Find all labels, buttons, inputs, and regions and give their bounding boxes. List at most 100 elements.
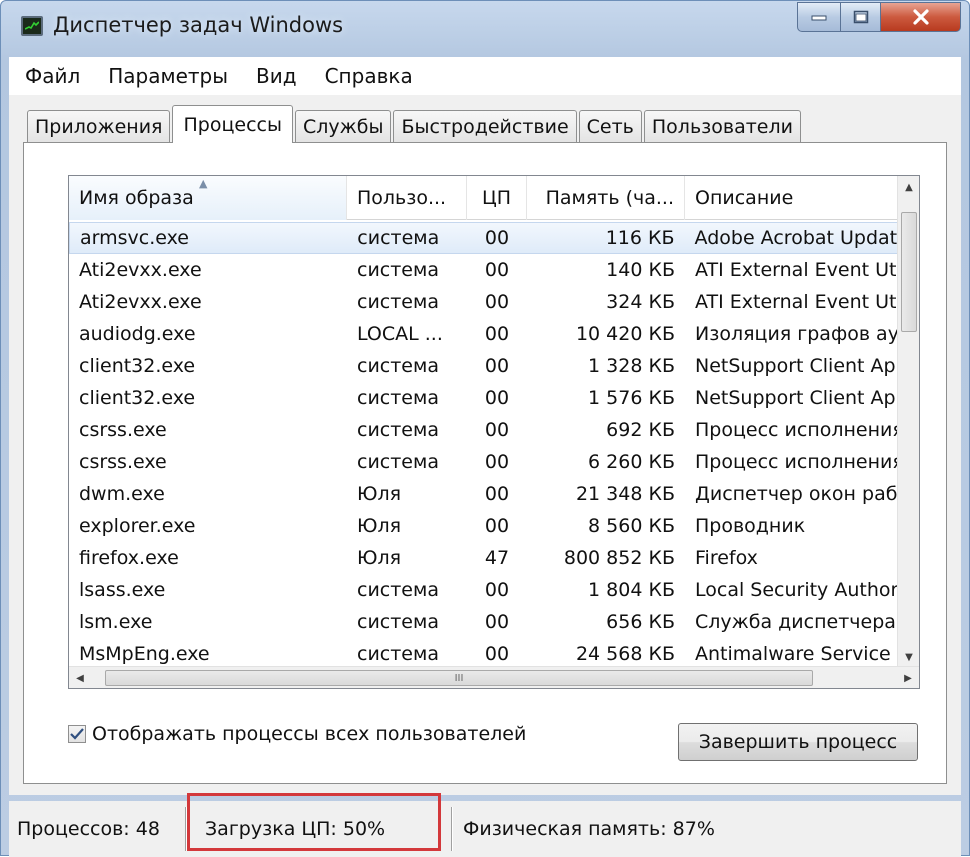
tab-processes[interactable]: Процессы [172,105,293,143]
cell-cpu: 00 [484,291,510,313]
vertical-scrollbar[interactable]: ▲ ▼ [897,176,919,668]
cell-memory: 10 420 КБ [575,323,675,345]
column-user[interactable]: Пользо... [347,176,467,220]
column-cpu[interactable]: ЦП [467,176,527,220]
close-icon [912,9,929,25]
maximize-button[interactable] [841,2,881,32]
cell-image-name: lsass.exe [79,579,166,601]
cell-description: Процесс исполнения [695,451,899,473]
cell-user: Юля [357,515,402,537]
tab-users[interactable]: Пользователи [643,110,801,143]
show-all-users-option[interactable]: Отображать процессы всех пользователей [68,723,526,745]
cell-description: ATI External Event Ut [695,291,897,313]
cell-description: Диспетчер окон раб [695,483,898,505]
table-row[interactable]: armsvc.exe система 00 116 КБ Adobe Acrobat U… [69,222,899,254]
table-row[interactable]: lsm.exe система 00 656 КБ Служба диспетчера [69,606,899,638]
maximize-icon [853,10,868,24]
cell-image-name: Ati2evxx.exe [79,259,202,281]
cell-cpu: 00 [484,259,510,281]
cell-image-name: Ati2evxx.exe [79,291,202,313]
cell-memory: 656 КБ [606,611,675,633]
table-row[interactable]: Ati2evxx.exe система 00 324 КБ ATI External … [69,286,899,318]
table-row[interactable]: audiodg.exe LOCAL ... 00 10 420 КБ Изоляция … [69,318,899,350]
grip-icon: III [454,672,464,684]
scroll-down-icon[interactable]: ▼ [898,646,919,668]
cell-cpu: 00 [484,355,510,377]
table-row[interactable]: csrss.exe система 00 6 260 КБ Процесс исполн… [69,446,899,478]
minimize-icon [811,15,827,21]
table-row[interactable]: lsass.exe система 00 1 804 КБ Local Security… [69,574,899,606]
table-row[interactable]: client32.exe система 00 1 576 КБ NetSupport … [69,382,899,414]
cell-cpu: 00 [484,515,510,537]
cell-user: система [357,611,439,633]
cell-memory: 140 КБ [606,259,675,281]
scroll-up-icon[interactable]: ▲ [898,176,919,198]
menu-file[interactable]: Файл [9,64,92,88]
task-manager-icon [21,16,43,36]
cell-image-name: dwm.exe [79,483,165,505]
cell-memory: 1 804 КБ [588,579,675,601]
scroll-right-icon[interactable]: ▶ [897,667,919,688]
minimize-button[interactable] [797,2,841,32]
tab-applications[interactable]: Приложения [27,110,171,143]
cell-description: Служба диспетчера [695,611,896,633]
table-row[interactable]: Ati2evxx.exe система 00 140 КБ ATI External … [69,254,899,286]
menu-options[interactable]: Параметры [92,64,240,88]
list-header: ▲ Имя образа Пользо... ЦП Память (ча... … [69,176,899,220]
table-row[interactable]: dwm.exe Юля 00 21 348 КБ Диспетчер окон раб [69,478,899,510]
cell-cpu: 00 [484,419,510,441]
cell-description: Процесс исполнения [695,419,899,441]
cell-description: ATI External Event Ut [695,259,897,281]
table-row[interactable]: firefox.exe Юля 47 800 852 КБ Firefox [69,542,899,574]
cell-cpu: 00 [484,579,510,601]
cell-image-name: csrss.exe [79,451,167,473]
tab-performance[interactable]: Быстродействие [393,110,577,143]
cell-user: система [357,579,439,601]
show-all-users-label: Отображать процессы всех пользователей [92,723,527,745]
cell-description: Antimalware Service E [695,643,899,665]
column-image-name[interactable]: ▲ Имя образа [69,176,347,220]
tab-services[interactable]: Службы [294,110,392,143]
cell-description: Local Security Authori [695,579,899,601]
table-row[interactable]: client32.exe система 00 1 328 КБ NetSupport … [69,350,899,382]
status-cpu-load: Загрузка ЦП: 50% [205,818,386,840]
tab-networking[interactable]: Сеть [578,110,642,143]
scroll-left-icon[interactable]: ◀ [69,667,91,688]
cell-cpu: 00 [484,323,510,345]
status-processes: Процессов: 48 [17,818,160,840]
cell-cpu: 00 [484,451,510,473]
column-image-name-label: Имя образа [79,187,194,209]
cell-cpu: 47 [484,547,510,569]
column-memory[interactable]: Память (ча... [527,176,685,220]
cell-image-name: audiodg.exe [79,323,196,345]
title-bar[interactable]: Диспетчер задач Windows [1,1,969,53]
cell-cpu: 00 [484,611,510,633]
cell-image-name: lsm.exe [79,611,153,633]
horizontal-scrollbar[interactable]: ◀ III ▶ [69,666,919,688]
menu-view[interactable]: Вид [240,64,309,88]
show-all-users-checkbox[interactable] [68,725,86,743]
column-description[interactable]: Описание [685,176,899,220]
end-process-button[interactable]: Завершить процесс [678,723,918,761]
checkmark-icon [70,728,84,740]
cell-cpu: 00 [484,387,510,409]
vertical-scroll-thumb[interactable] [901,212,917,332]
window-title: Диспетчер задач Windows [53,13,344,37]
status-bar: Процессов: 48 Загрузка ЦП: 50% Физическа… [9,801,961,857]
table-row[interactable]: explorer.exe Юля 00 8 560 КБ Проводник [69,510,899,542]
cell-user: система [357,451,439,473]
cell-image-name: csrss.exe [79,419,167,441]
sort-ascending-icon: ▲ [199,177,208,190]
horizontal-scroll-thumb[interactable]: III [105,670,813,686]
cell-memory: 24 568 КБ [575,643,675,665]
process-list[interactable]: ▲ Имя образа Пользо... ЦП Память (ча... … [68,175,920,689]
cell-user: система [357,291,439,313]
cell-description: Изоляция графов ау [695,323,899,345]
cell-image-name: MsMpEng.exe [79,643,210,665]
cell-memory: 692 КБ [606,419,675,441]
close-button[interactable] [881,2,961,32]
tab-strip: Приложения Процессы Службы Быстродействи… [27,105,803,143]
menu-help[interactable]: Справка [309,64,425,88]
cell-description: Adobe Acrobat Updat [694,227,898,249]
table-row[interactable]: csrss.exe система 00 692 КБ Процесс исполнен… [69,414,899,446]
